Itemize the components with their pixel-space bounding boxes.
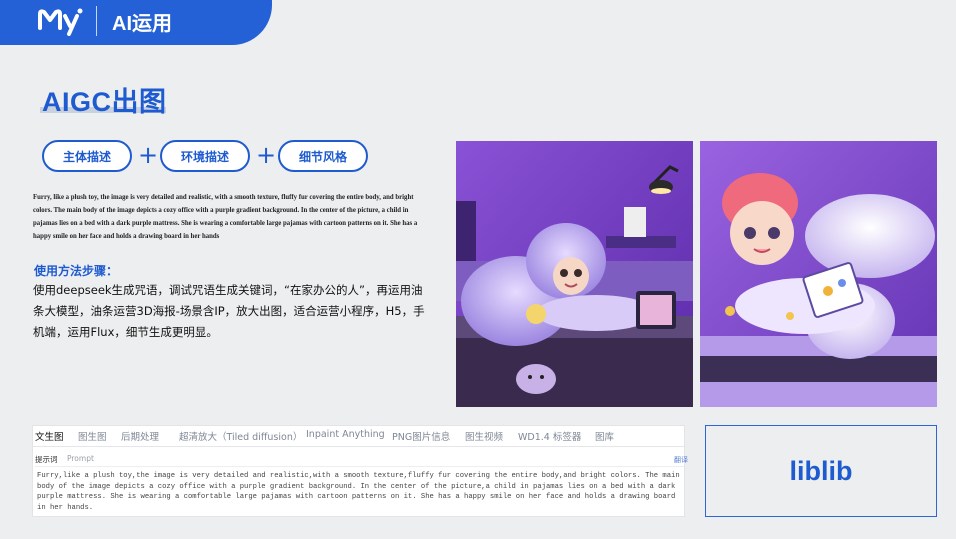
sd-webui-panel: 文生图 图生图 后期处理 超清放大（Tiled diffusion） Inpai… <box>33 426 688 516</box>
tab-gallery[interactable]: 图库 <box>595 429 614 443</box>
prompt-english-text: Furry, like a plush toy, the image is ve… <box>33 194 418 240</box>
header-title: AI运用 <box>112 13 172 35</box>
tab-img2video[interactable]: 图生视频 <box>465 429 503 443</box>
pill-style: 细节风格 <box>278 140 368 172</box>
brand-logo-icon <box>38 8 83 36</box>
tab-img2img[interactable]: 图生图 <box>78 429 107 443</box>
liblib-brand-box: liblib <box>705 425 937 517</box>
prompt-label: 提示词 <box>35 455 58 464</box>
pill-subject: 主体描述 <box>42 140 132 172</box>
prompt-textarea[interactable]: Furry,like a plush toy,the image is very… <box>35 466 684 514</box>
liblib-label: liblib <box>789 455 853 486</box>
steps-body: 使用deepseek生成咒语，调试咒语生成关键词，“在家办公的人”，再运用油条大… <box>33 283 425 339</box>
steps-heading: 使用方法步骤： <box>34 264 119 278</box>
prompt-label-en: Prompt <box>67 454 94 463</box>
header-divider <box>96 6 97 36</box>
generated-image-2 <box>700 141 937 407</box>
tab-inpaint-anything[interactable]: Inpaint Anything <box>306 429 385 440</box>
pill-environment: 环境描述 <box>160 140 250 172</box>
tab-txt2img[interactable]: 文生图 <box>35 429 64 443</box>
plus-sign: + <box>138 141 159 169</box>
generated-image-1 <box>456 141 693 407</box>
tab-png-info[interactable]: PNG图片信息 <box>392 429 450 443</box>
sd-tab-bar: 文生图 图生图 后期处理 超清放大（Tiled diffusion） Inpai… <box>33 426 684 447</box>
translate-link[interactable]: 翻译 <box>674 455 688 465</box>
plus-sign: + <box>256 141 277 169</box>
tab-extras[interactable]: 后期处理 <box>121 429 159 443</box>
header-bar: AI运用 <box>0 0 272 45</box>
tab-tiled-diffusion[interactable]: 超清放大（Tiled diffusion） <box>179 429 302 443</box>
page-title: AIGC出图 <box>42 87 167 117</box>
tab-wd14-tagger[interactable]: WD1.4 标签器 <box>518 429 581 443</box>
